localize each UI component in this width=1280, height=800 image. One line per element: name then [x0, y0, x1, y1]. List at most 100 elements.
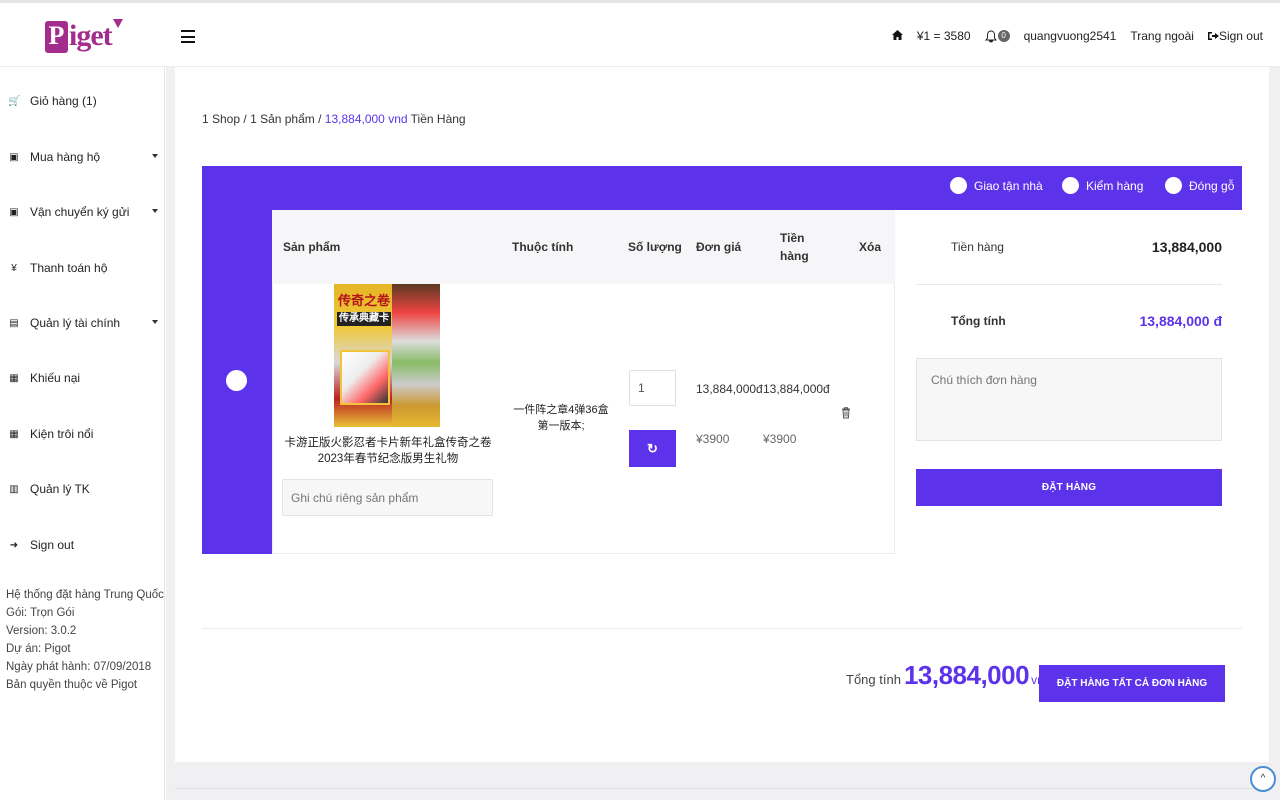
chevron-down-icon — [152, 320, 158, 324]
notification-bell[interactable]: 0 — [984, 29, 1010, 43]
th-quantity: Số lượng — [628, 240, 682, 254]
info-line: Gói: Trọn Gói — [6, 607, 75, 619]
sidebar-item-label: Thanh toán hộ — [30, 261, 108, 275]
system-info: Hệ thống đặt hàng Trung Quốc Gói: Trọn G… — [6, 586, 164, 694]
logo-text: iget — [69, 19, 113, 52]
sidebar-item-label: Kiện trôi nổi — [30, 427, 94, 441]
sidebar-item[interactable]: ▣ Mua hàng hộ — [8, 147, 160, 167]
piget-logo[interactable]: P iget — [45, 15, 125, 59]
product-name[interactable]: 卡游正版火影忍者卡片新年礼盒传奇之卷2023年春节纪念版男生礼物 — [283, 435, 493, 467]
amount-cny: ¥3900 — [763, 432, 797, 446]
trash-icon[interactable] — [841, 407, 851, 419]
select-shop-radio[interactable] — [226, 370, 247, 391]
th-amount-line2: hàng — [780, 249, 809, 263]
bottom-divider — [175, 788, 1269, 789]
sidebar-item[interactable]: ▦ Khiếu nại — [8, 368, 160, 388]
cart-icon: 🛒 — [8, 95, 21, 107]
th-attribute: Thuộc tính — [512, 240, 574, 254]
copy-icon: ▣ — [9, 151, 19, 163]
total-value: 13,884,000 đ — [1139, 313, 1222, 329]
sign-out-label: Sign out — [1218, 29, 1263, 43]
product-attribute: 一件阵之章4弹36盒第一版本; — [513, 404, 609, 432]
copy-icon: ▣ — [9, 206, 19, 218]
option-label: Giao tận nhà — [974, 178, 1043, 193]
grid-icon: ▦ — [9, 428, 19, 440]
menu-toggle-icon[interactable] — [181, 30, 195, 43]
id-card-icon: ▥ — [9, 483, 19, 495]
summary-divider — [916, 284, 1222, 285]
top-header: P iget ¥1 = 3580 0 quangvuong2541 Trang … — [0, 0, 1280, 67]
unit-price-vnd: 13,884,000đ — [696, 382, 763, 396]
sidebar-item-label: Vận chuyển ký gửi — [30, 205, 130, 219]
option-home-delivery[interactable]: Giao tận nhà — [950, 177, 1043, 194]
chevron-down-icon — [152, 209, 158, 213]
chevron-down-icon — [152, 154, 158, 158]
goods-value: 13,884,000 — [1151, 239, 1222, 255]
info-line: Ngày phát hành: 07/09/2018 — [6, 661, 152, 673]
radio-icon — [1165, 177, 1182, 194]
bell-icon — [984, 29, 997, 42]
yen-icon: ¥ — [11, 262, 17, 274]
th-unit-price: Đơn giá — [696, 240, 742, 254]
option-label: Đóng gỗ — [1189, 178, 1235, 193]
info-line: Hệ thống đặt hàng Trung Quốc — [6, 589, 164, 601]
breadcrumb: 1 Shop / 1 Sản phẩm / 13,884,000 vnd Tiề… — [202, 112, 466, 126]
section-divider — [202, 628, 1242, 629]
sidebar-item[interactable]: ▣ Vận chuyển ký gửi — [8, 202, 160, 222]
header-nav: ¥1 = 3580 0 quangvuong2541 Trang ngoài S… — [878, 29, 1263, 43]
info-line: Bản quyền thuộc về Pigot — [6, 679, 138, 691]
sidebar-item-label: Mua hàng hộ — [30, 150, 101, 164]
username-link[interactable]: quangvuong2541 — [1024, 29, 1117, 43]
money-icon: ▤ — [9, 317, 19, 329]
breadcrumb-sep: / — [240, 112, 251, 126]
radio-icon — [1062, 177, 1079, 194]
radio-icon — [950, 177, 967, 194]
breadcrumb-suffix: Tiền Hàng — [407, 112, 466, 126]
header-sign-out[interactable]: Sign out — [1207, 29, 1263, 43]
sidebar: 🛒 Giỏ hàng (1) ▣ Mua hàng hộ ▣ Vận chuyển ký … — [0, 67, 165, 800]
image-card — [340, 350, 390, 405]
sidebar-item[interactable]: ▥ Quản lý TK — [8, 479, 160, 499]
refresh-quantity-button[interactable]: ↻ — [629, 430, 676, 467]
th-product: Sản phẩm — [283, 240, 341, 254]
product-image[interactable]: 传奇之卷 传承典藏卡 — [334, 284, 440, 427]
sidebar-item[interactable]: 🛒 Giỏ hàng (1) — [8, 91, 160, 111]
unit-price-cny: ¥3900 — [696, 432, 730, 446]
sidebar-item[interactable]: ➜ Sign out — [8, 535, 160, 555]
grand-total-value: 13,884,000 — [903, 660, 1030, 690]
option-wood-packing[interactable]: Đóng gỗ — [1165, 177, 1234, 194]
breadcrumb-shop: 1 Shop — [202, 112, 241, 126]
goods-label: Tiền hàng — [951, 240, 1004, 254]
sign-out-icon — [1207, 32, 1219, 40]
product-note-input[interactable] — [282, 479, 493, 516]
logo-mark-icon — [113, 19, 123, 28]
outside-page-link[interactable]: Trang ngoài — [1130, 29, 1194, 43]
option-inspection[interactable]: Kiểm hàng — [1062, 177, 1143, 194]
breadcrumb-amount: 13,884,000 vnd — [324, 112, 408, 126]
sidebar-item[interactable]: ▤ Quản lý tài chính — [8, 313, 160, 333]
place-all-orders-button[interactable]: ĐẶT HÀNG TẤT CẢ ĐƠN HÀNG — [1039, 665, 1225, 702]
th-amount-line1: Tiền — [780, 231, 805, 245]
grid-icon: ▦ — [9, 372, 19, 384]
notification-count: 0 — [997, 30, 1010, 42]
table-header — [272, 210, 895, 284]
sidebar-item-label: Khiếu nại — [30, 371, 81, 385]
info-line: Version: 3.0.2 — [6, 625, 77, 637]
grand-total: Tổng tính 13,884,000 vnd — [846, 660, 1050, 691]
sign-out-icon: ➜ — [9, 539, 19, 551]
home-icon[interactable] — [891, 29, 903, 43]
quantity-input[interactable] — [629, 370, 676, 406]
breadcrumb-products: 1 Sản phẩm — [250, 112, 315, 126]
logo-p: P — [45, 21, 68, 53]
sidebar-item-label: Sign out — [30, 538, 75, 552]
scroll-top-button[interactable]: ^ — [1250, 766, 1276, 792]
sidebar-item[interactable]: ▦ Kiện trôi nổi — [8, 424, 160, 444]
exchange-rate: ¥1 = 3580 — [916, 29, 971, 43]
grand-total-label: Tổng tính — [846, 672, 901, 687]
image-subtitle: 传承典藏卡 — [337, 312, 391, 326]
order-note-input[interactable] — [916, 358, 1222, 441]
amount-vnd: 13,884,000đ — [763, 382, 830, 396]
option-label: Kiểm hàng — [1086, 178, 1144, 193]
place-order-button[interactable]: ĐẶT HÀNG — [916, 469, 1222, 506]
sidebar-item[interactable]: ¥ Thanh toán hộ — [8, 258, 160, 278]
